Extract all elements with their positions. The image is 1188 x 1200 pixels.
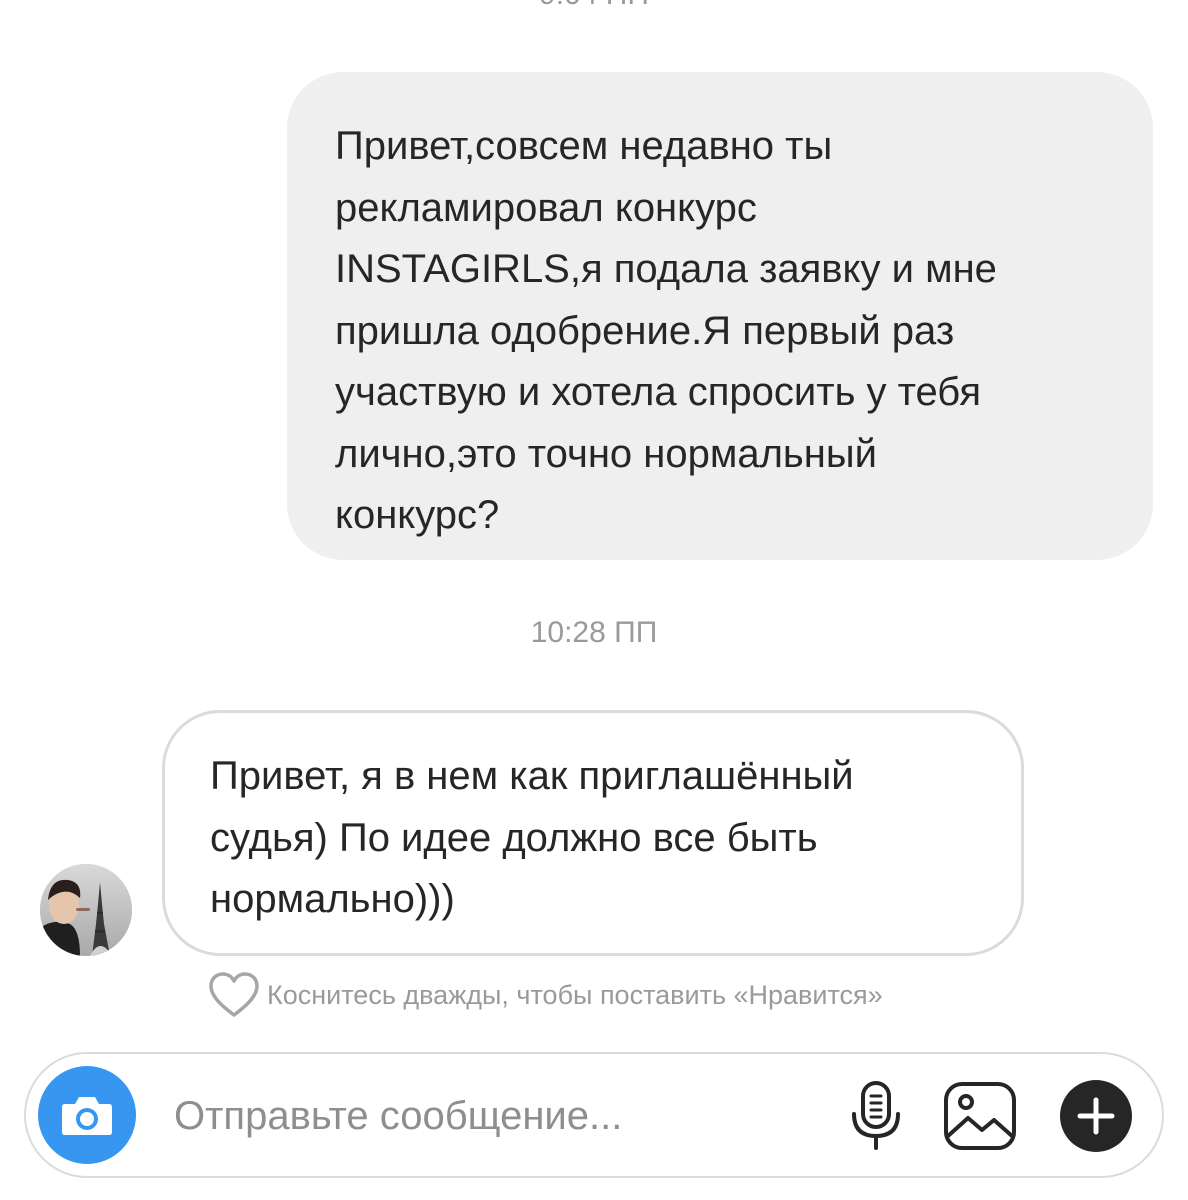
message-line: участвую и хотела спросить у тебя bbox=[335, 370, 981, 414]
microphone-icon bbox=[852, 1081, 900, 1150]
message-composer bbox=[24, 1052, 1164, 1178]
gallery-button[interactable] bbox=[942, 1080, 1018, 1152]
gallery-icon bbox=[944, 1082, 1016, 1150]
message-line: нормально))) bbox=[210, 877, 455, 921]
message-input[interactable] bbox=[174, 1084, 814, 1148]
message-line: Привет,совсем недавно ты bbox=[335, 124, 833, 168]
avatar-photo bbox=[40, 864, 132, 956]
outgoing-message-bubble[interactable]: Привет,совсем недавно ты рекламировал ко… bbox=[287, 72, 1153, 560]
reply-timestamp: 10:28 ПП bbox=[530, 616, 658, 649]
message-line: пришла одобрение.Я первый раз bbox=[335, 308, 955, 353]
direct-message-thread: 9:04 ПП Привет,совсем недавно ты реклами… bbox=[0, 0, 1188, 1200]
double-tap-like-hint[interactable]: Коснитесь дважды, чтобы поставить «Нрави… bbox=[207, 970, 883, 1020]
message-line: рекламировал конкурс bbox=[335, 185, 757, 230]
message-line: лично,это точно нормальный bbox=[335, 431, 877, 476]
heart-outline-icon bbox=[209, 972, 259, 1017]
incoming-message-bubble[interactable]: Привет, я в нем как приглашённый судья) … bbox=[162, 710, 1024, 956]
sender-avatar[interactable] bbox=[40, 864, 132, 956]
message-line: INSTAGIRLS,я подала заявку и мне bbox=[335, 247, 997, 291]
message-line: конкурс? bbox=[335, 493, 500, 537]
message-line: судья) По идее должно все быть bbox=[210, 815, 818, 860]
earlier-timestamp: 9:04 ПП bbox=[0, 0, 1188, 12]
plus-icon bbox=[1060, 1080, 1132, 1152]
like-hint-text: Коснитесь дважды, чтобы поставить «Нрави… bbox=[267, 979, 883, 1010]
camera-button[interactable] bbox=[38, 1066, 136, 1164]
camera-icon bbox=[62, 1097, 112, 1135]
voice-message-button[interactable] bbox=[846, 1080, 906, 1152]
message-line: Привет, я в нем как приглашённый bbox=[210, 754, 854, 798]
more-options-button[interactable] bbox=[1058, 1078, 1134, 1154]
